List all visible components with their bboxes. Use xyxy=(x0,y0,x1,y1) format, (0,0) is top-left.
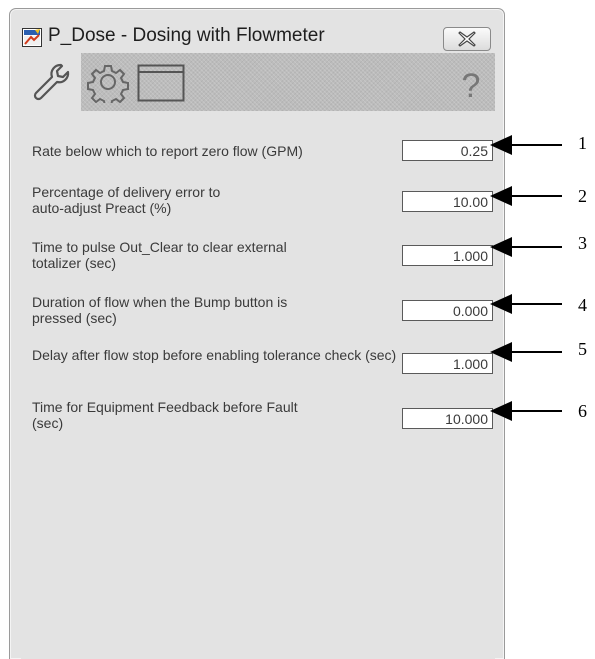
zero-flow-rate-input[interactable] xyxy=(402,140,493,161)
callout-number-2: 2 xyxy=(578,186,587,206)
help-icon[interactable]: ? xyxy=(459,63,483,103)
preact-error-input[interactable] xyxy=(402,191,493,212)
callout-number-3: 3 xyxy=(578,233,587,253)
param-label-feedback-fault: Time for Equipment Feedback before Fault… xyxy=(32,399,298,431)
param-label-bump: Duration of flow when the Bump button is… xyxy=(32,294,288,326)
faceplate-window: P_Dose - Dosing with Flowmeter ? Rate be… xyxy=(9,8,505,659)
feedback-fault-input[interactable] xyxy=(402,408,493,429)
callout-number-1: 1 xyxy=(578,133,587,153)
callout-arrow-3 xyxy=(490,237,562,257)
window-icon[interactable] xyxy=(137,64,185,102)
param-label-zero-flow: Rate below which to report zero flow (GP… xyxy=(32,143,303,159)
help-glyph: ? xyxy=(462,67,481,103)
title-bar: P_Dose - Dosing with Flowmeter xyxy=(10,9,504,51)
window-title: P_Dose - Dosing with Flowmeter xyxy=(48,25,325,46)
configuration-panel: Rate below which to report zero flow (GP… xyxy=(21,111,495,659)
app-icon xyxy=(22,28,42,47)
close-button[interactable] xyxy=(443,27,491,51)
tab-configuration[interactable] xyxy=(21,53,81,111)
faceplate-toolbar: ? xyxy=(21,53,495,111)
callout-arrow-6 xyxy=(490,401,562,421)
close-icon xyxy=(458,31,476,47)
param-label-tolerance-delay: Delay after flow stop before enabling to… xyxy=(32,347,397,363)
gear-icon[interactable] xyxy=(87,61,129,103)
bump-duration-input[interactable] xyxy=(402,300,493,321)
wrench-icon xyxy=(33,63,70,101)
callout-arrow-1 xyxy=(490,135,562,155)
callout-arrow-4 xyxy=(490,294,562,314)
callout-number-5: 5 xyxy=(578,339,587,359)
callout-arrow-5 xyxy=(490,342,562,362)
param-label-preact-error: Percentage of delivery error to auto-adj… xyxy=(32,184,221,216)
callout-number-4: 4 xyxy=(578,295,587,315)
param-label-out-clear: Time to pulse Out_Clear to clear externa… xyxy=(32,239,287,271)
tolerance-delay-input[interactable] xyxy=(402,353,493,374)
callout-number-6: 6 xyxy=(578,401,587,421)
callout-arrow-2 xyxy=(490,186,562,206)
out-clear-pulse-input[interactable] xyxy=(402,245,493,266)
